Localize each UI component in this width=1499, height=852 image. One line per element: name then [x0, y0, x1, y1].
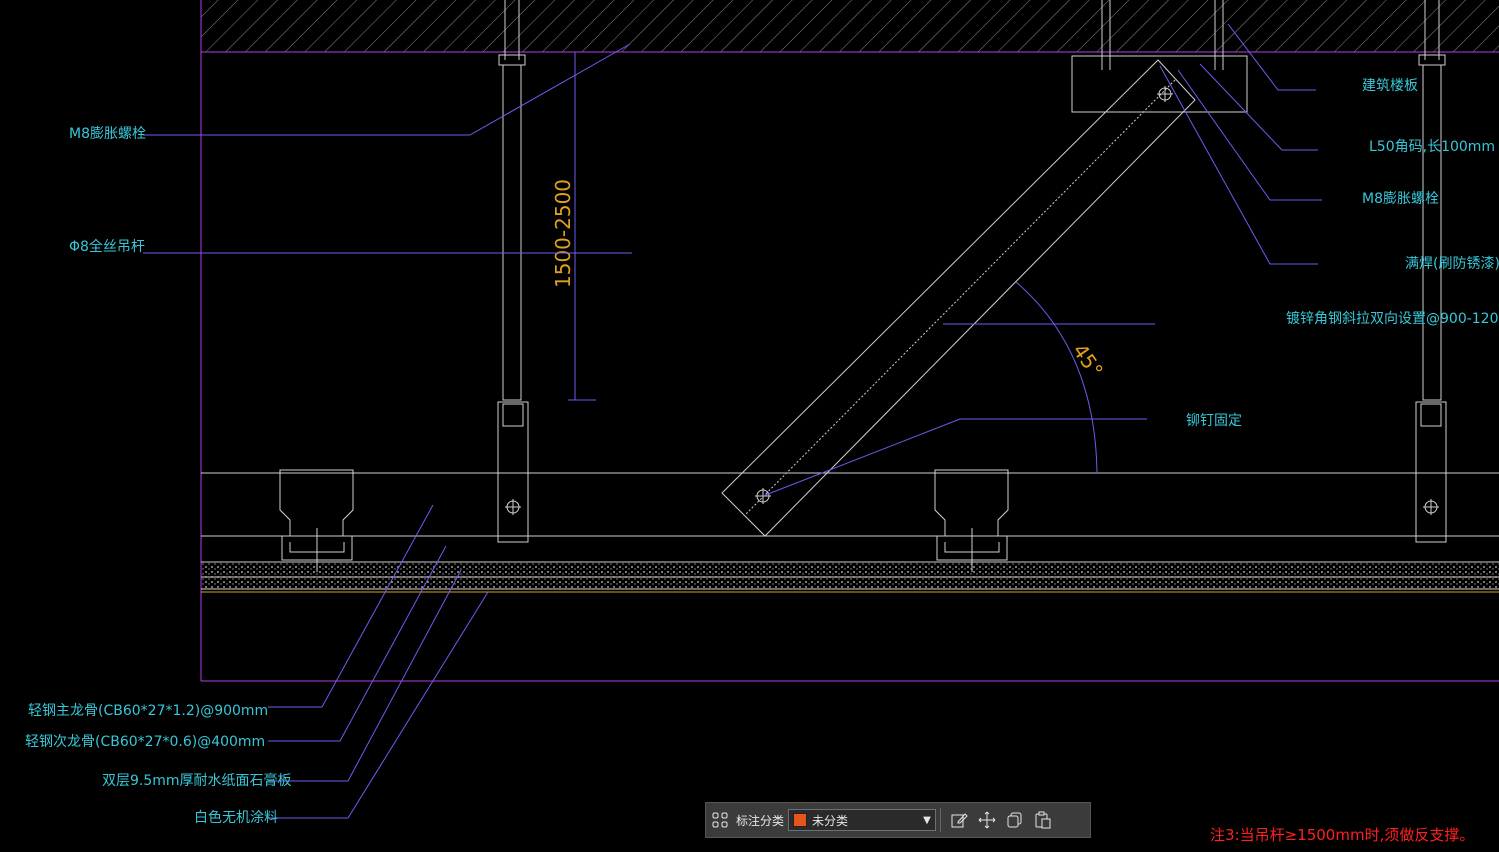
label-diagonal-brace: 镀锌角钢斜拉双向设置@900-1200mm — [1286, 310, 1499, 327]
label-hanger-rod: Φ8全丝吊杆 — [69, 238, 145, 255]
grid-icon[interactable] — [706, 806, 734, 834]
category-dropdown[interactable]: 未分类 ▼ — [788, 809, 937, 831]
label-m8-bolt-left: M8膨胀螺栓 — [69, 125, 146, 142]
label-angle-code: L50角码,长100mm — [1369, 139, 1495, 155]
label-gypsum-board: 双层9.5mm厚耐水纸面石膏板 — [102, 772, 292, 789]
diagonal-brace — [721, 59, 1196, 537]
label-sub-keel: 轻钢次龙骨(CB60*27*0.6)@400mm — [25, 734, 265, 750]
toolbar-divider — [940, 808, 942, 832]
ceiling-layers — [201, 472, 1499, 593]
label-main-keel: 轻钢主龙骨(CB60*27*1.2)@900mm — [28, 703, 268, 719]
hanger-rod-left — [497, 0, 529, 543]
label-paint: 白色无机涂料 — [194, 809, 278, 826]
dimension-angle[interactable]: 45° — [943, 281, 1155, 473]
dimension-angle-text: 45° — [1068, 339, 1108, 382]
leader-lines — [143, 23, 1322, 819]
cad-drawing-canvas[interactable]: 1500-2500 45° M8膨胀螺栓 Φ8全丝吊杆 建筑楼板 L50角码,长… — [0, 0, 1499, 852]
label-floor-slab: 建筑楼板 — [1362, 78, 1418, 94]
floor-slab — [201, 0, 1499, 53]
dimension-rod-length[interactable]: 1500-2500 — [551, 52, 596, 401]
category-value: 未分类 — [812, 813, 849, 828]
label-rivet: 铆钉固定 — [1186, 413, 1242, 429]
dimension-rod-length-text: 1500-2500 — [551, 179, 575, 288]
category-label: 标注分类 — [736, 813, 785, 828]
note-text: 注3:当吊杆≥1500mm时,须做反支撑。 — [1210, 826, 1474, 844]
move-icon[interactable] — [973, 806, 1001, 834]
paste-icon[interactable] — [1029, 806, 1057, 834]
label-weld: 满焊(刷防锈漆) — [1405, 256, 1499, 272]
annotation-toolbar: 标注分类 未分类 ▼ — [705, 802, 1091, 838]
category-color-swatch — [793, 813, 808, 827]
copy-icon[interactable] — [1001, 806, 1029, 834]
label-m8-bolt-right: M8膨胀螺栓 — [1362, 190, 1439, 207]
main-keel-clip-right — [934, 469, 1009, 572]
edit-icon[interactable] — [945, 806, 973, 834]
main-keel-clip-left — [279, 469, 354, 572]
chevron-down-icon: ▼ — [923, 814, 931, 826]
